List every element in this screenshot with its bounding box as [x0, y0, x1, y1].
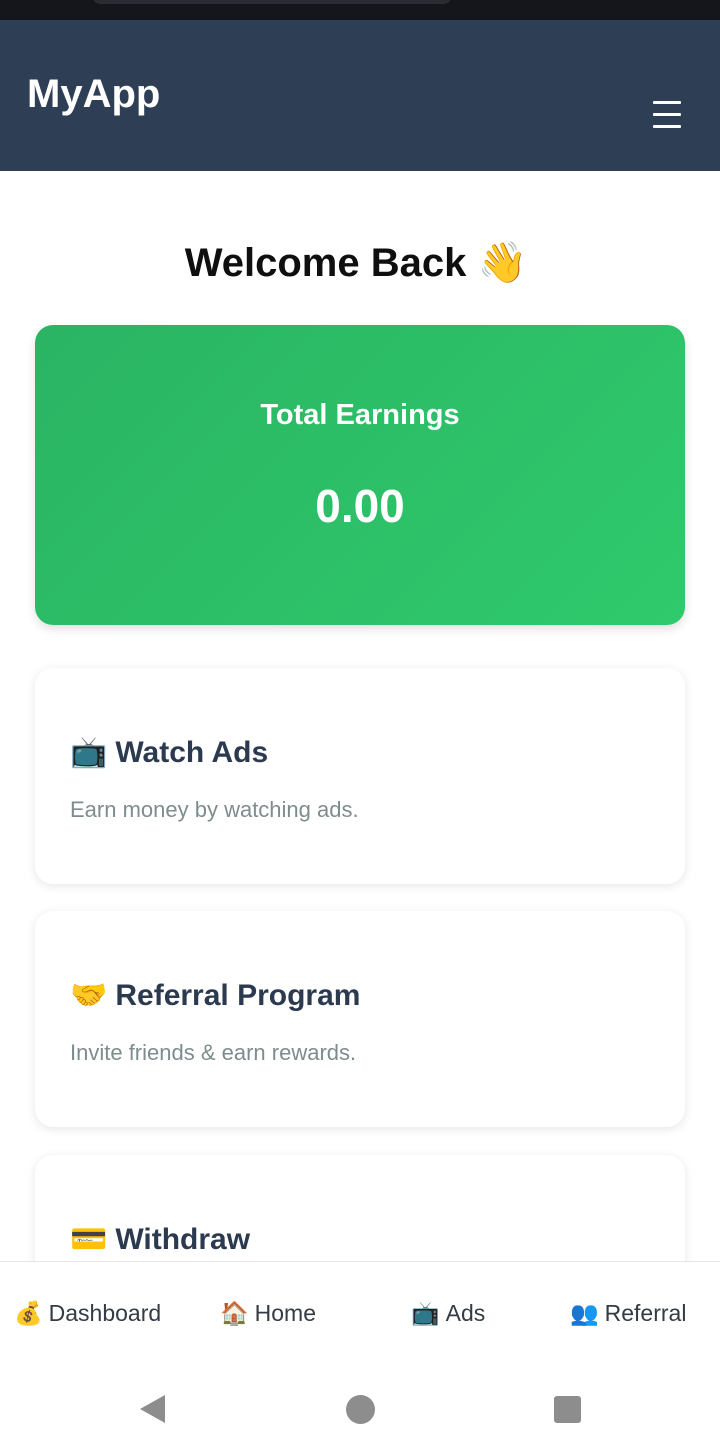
nav-item-referral[interactable]: 👥 Referral [570, 1300, 686, 1327]
back-triangle-icon[interactable] [140, 1395, 165, 1423]
welcome-text: Welcome Back [184, 241, 467, 285]
feature-title: 💳 Withdraw [70, 1222, 250, 1257]
welcome-heading: Welcome Back 👋 [0, 239, 720, 286]
feature-description: Earn money by watching ads. [70, 797, 359, 822]
feature-title: 🤝 Referral Program [70, 978, 360, 1013]
nav-label: Referral [604, 1300, 687, 1326]
home-circle-icon[interactable] [346, 1395, 375, 1424]
menu-line [653, 125, 681, 128]
status-bar [0, 0, 720, 20]
referral-program-card[interactable]: 🤝 Referral Program Invite friends & earn … [35, 911, 685, 1127]
feature-description: Invite friends & earn rewards. [70, 1040, 357, 1065]
recent-apps-square-icon[interactable] [554, 1396, 581, 1423]
feature-title: 📺 Watch Ads [70, 735, 268, 770]
menu-line [653, 101, 681, 104]
television-icon: 📺 [411, 1301, 440, 1327]
withdraw-card[interactable]: 💳 Withdraw [35, 1155, 685, 1261]
earnings-label: Total Earnings [260, 399, 460, 431]
feature-title-text: Withdraw [115, 1223, 251, 1256]
nav-item-dashboard[interactable]: 💰 Dashboard [14, 1300, 161, 1327]
money-bag-icon: 💰 [14, 1301, 43, 1327]
app-header: MyApp [0, 20, 720, 171]
watch-ads-card[interactable]: 📺 Watch Ads Earn money by watching ads. [35, 668, 685, 884]
credit-card-icon: 💳 [70, 1222, 108, 1257]
house-icon: 🏠 [220, 1301, 249, 1327]
television-icon: 📺 [70, 735, 108, 770]
hamburger-menu-icon[interactable] [650, 98, 684, 132]
nav-label: Dashboard [48, 1300, 162, 1326]
nav-label: Home [254, 1300, 316, 1326]
earnings-value: 0.00 [315, 480, 405, 532]
system-navigation-bar [0, 1369, 720, 1451]
menu-line [653, 113, 681, 116]
nav-label: Ads [445, 1300, 486, 1326]
total-earnings-card: Total Earnings 0.00 [35, 325, 685, 625]
people-icon: 👥 [570, 1301, 599, 1327]
main-content: Welcome Back 👋 Total Earnings 0.00 📺 Watc… [0, 171, 720, 1261]
handshake-icon: 🤝 [70, 978, 108, 1013]
status-bar-pill [92, 0, 452, 4]
waving-hand-icon: 👋 [477, 240, 528, 286]
bottom-navigation: 💰 Dashboard 🏠 Home 📺 Ads 👥 Referral [0, 1261, 720, 1369]
nav-item-home[interactable]: 🏠 Home [220, 1300, 316, 1327]
nav-item-ads[interactable]: 📺 Ads [411, 1300, 485, 1327]
app-title: MyApp [27, 72, 161, 116]
feature-title-text: Referral Program [115, 979, 361, 1012]
feature-title-text: Watch Ads [115, 736, 269, 769]
